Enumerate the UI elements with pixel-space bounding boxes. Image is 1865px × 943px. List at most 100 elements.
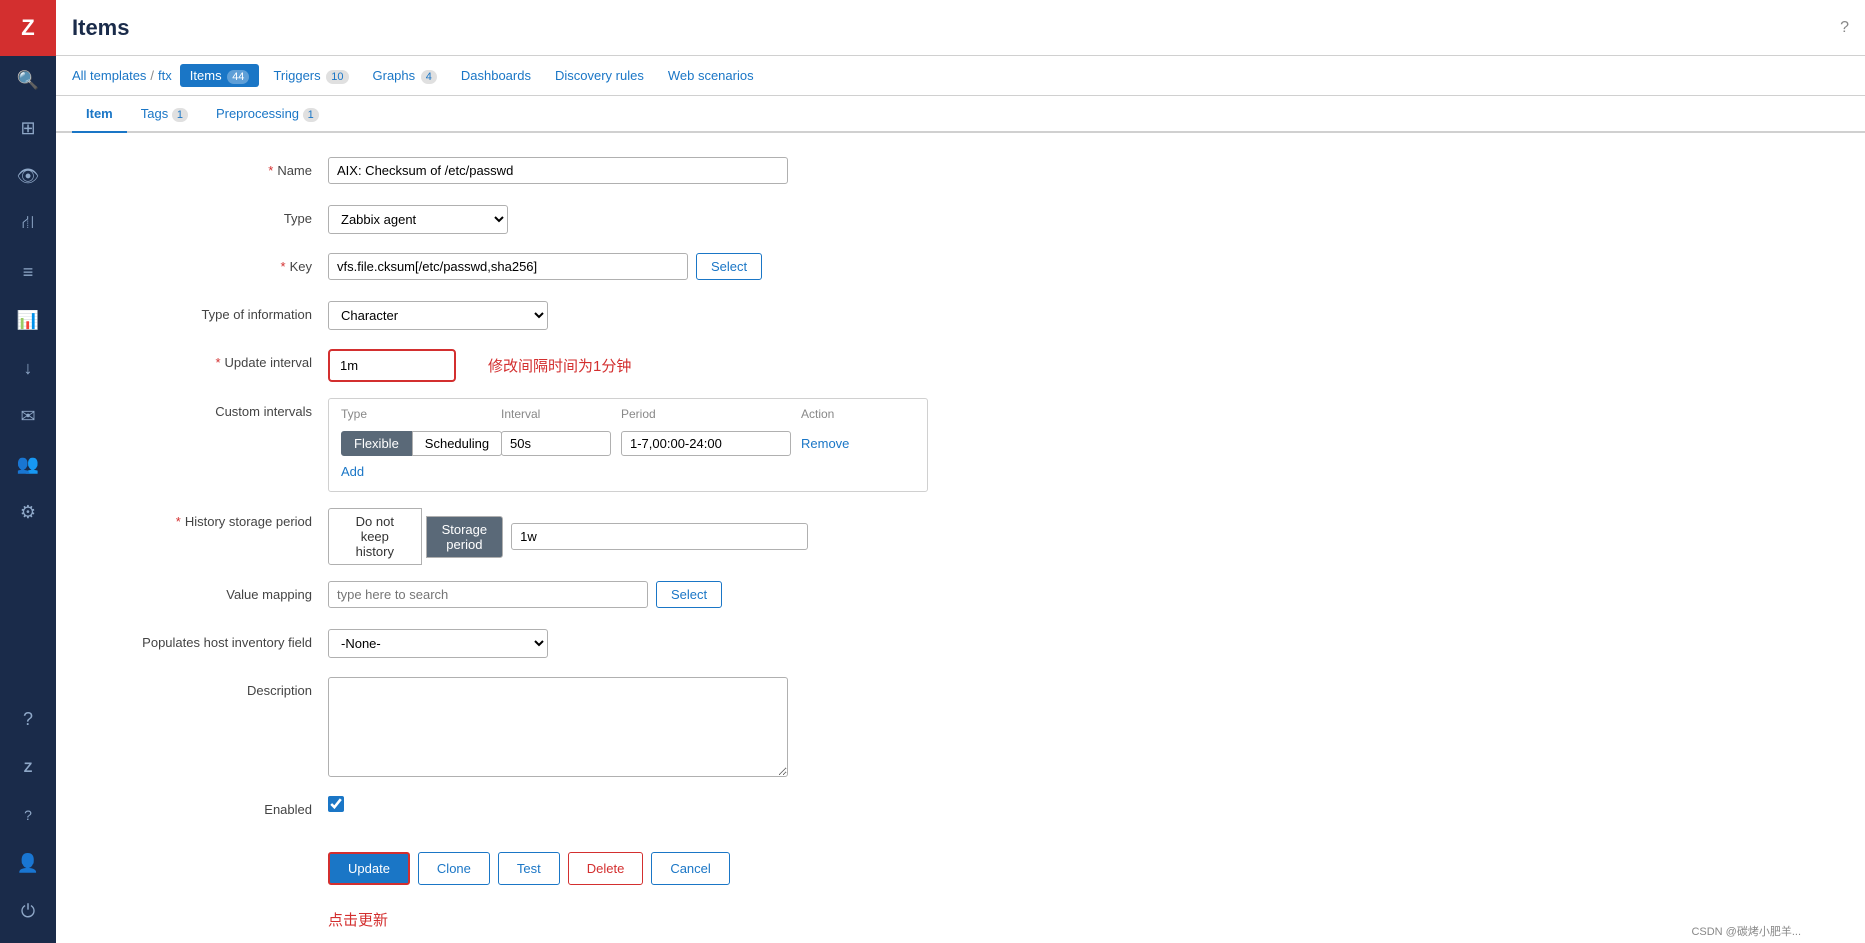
page-title: Items (72, 15, 129, 41)
ci-add-row: Add (329, 460, 927, 483)
key-label: *Key (88, 253, 328, 274)
key-input[interactable] (328, 253, 688, 280)
type-of-info-select[interactable]: Numeric (unsigned) Numeric (float) Chara… (328, 301, 548, 330)
buttons-spacer (88, 844, 328, 850)
history-storage-row: *History storage period Do not keep hist… (88, 508, 1833, 565)
value-mapping-select-btn[interactable]: Select (656, 581, 722, 608)
app-logo[interactable]: Z (0, 0, 56, 56)
ci-interval-input[interactable] (501, 431, 611, 456)
btn-row: Update Clone Test Delete Cancel (328, 844, 808, 885)
ci-remove-btn[interactable]: Remove (801, 436, 849, 451)
tab-tags[interactable]: Tags 1 (127, 96, 202, 133)
ci-period-input[interactable] (621, 431, 791, 456)
update-interval-control: 修改间隔时间为1分钟 (328, 349, 808, 382)
description-row: Description (88, 677, 1833, 780)
delete-button[interactable]: Delete (568, 852, 644, 885)
value-mapping-label: Value mapping (88, 581, 328, 602)
ci-interval-cell (501, 431, 611, 456)
name-label: *Name (88, 157, 328, 178)
users-icon[interactable]: 👥 (0, 440, 56, 488)
help-icon[interactable]: ? (0, 791, 56, 839)
value-mapping-input[interactable] (328, 581, 648, 608)
list-icon[interactable]: ≡ (0, 248, 56, 296)
ci-add-btn[interactable]: Add (329, 460, 376, 483)
description-textarea[interactable] (328, 677, 788, 777)
dashboard-icon[interactable]: ⊞ (0, 104, 56, 152)
update-interval-label: *Update interval (88, 349, 328, 370)
ci-flexible-btn[interactable]: Flexible (341, 431, 412, 456)
name-input[interactable] (328, 157, 788, 184)
nav-tab-triggers[interactable]: Triggers 10 (263, 64, 358, 87)
clone-button[interactable]: Clone (418, 852, 490, 885)
ci-header-action: Action (801, 407, 915, 421)
ci-scheduling-btn[interactable]: Scheduling (412, 431, 502, 456)
user-icon[interactable]: 👤 (0, 839, 56, 887)
power-icon[interactable]: ⏻ (0, 887, 56, 935)
history-storage-period-btn[interactable]: Storage period (426, 516, 503, 558)
type-control: Zabbix agent Zabbix agent (active) Simpl… (328, 205, 808, 234)
history-storage-control: Do not keep history Storage period (328, 508, 808, 565)
key-select-button[interactable]: Select (696, 253, 762, 280)
nav-tab-dashboards[interactable]: Dashboards (451, 64, 541, 87)
value-mapping-row: Value mapping Select (88, 581, 1833, 613)
value-mapping-control: Select (328, 581, 808, 608)
settings-icon[interactable]: ⚙ (0, 488, 56, 536)
support-icon[interactable]: ? (0, 695, 56, 743)
populates-row: Populates host inventory field -None- (88, 629, 1833, 661)
name-row: *Name (88, 157, 1833, 189)
custom-intervals-label: Custom intervals (88, 398, 328, 419)
zabbix-badge-icon[interactable]: Z (0, 743, 56, 791)
download-icon[interactable]: ↓ (0, 344, 56, 392)
nav-tab-items[interactable]: Items 44 (180, 64, 260, 87)
breadcrumb-sep-1: / (150, 68, 154, 83)
charts-icon[interactable]: 📊 (0, 296, 56, 344)
sidebar: Z 🔍 ⊞ 👁 ⛙ ≡ 📊 ↓ ✉ 👥 ⚙ ? Z ? 👤 ⏻ (0, 0, 56, 943)
form-area: *Name Type Zabbix agent Zabbix agent (ac… (56, 133, 1865, 943)
history-do-not-keep-btn[interactable]: Do not keep history (328, 508, 422, 565)
search-icon[interactable]: 🔍 (0, 56, 56, 104)
description-control (328, 677, 808, 780)
nav-tab-graphs[interactable]: Graphs 4 (363, 64, 447, 87)
enabled-control (328, 796, 808, 812)
breadcrumb-ftx[interactable]: ftx (158, 68, 172, 83)
monitoring-icon[interactable]: 👁 (0, 152, 56, 200)
nav-tab-discovery-rules[interactable]: Discovery rules (545, 64, 654, 87)
breadcrumb-nav: All templates / ftx Items 44 Triggers 10… (56, 56, 1865, 96)
key-control: Select (328, 253, 808, 280)
network-icon[interactable]: ⛙ (0, 200, 56, 248)
enabled-label: Enabled (88, 796, 328, 817)
type-select[interactable]: Zabbix agent Zabbix agent (active) Simpl… (328, 205, 508, 234)
update-interval-input[interactable] (332, 353, 452, 378)
type-row: Type Zabbix agent Zabbix agent (active) … (88, 205, 1833, 237)
tab-preprocessing[interactable]: Preprocessing 1 (202, 96, 333, 133)
ci-type-buttons: Flexible Scheduling (341, 431, 501, 456)
main-area: Items ? All templates / ftx Items 44 Tri… (56, 0, 1865, 943)
ci-header-type: Type (341, 407, 501, 421)
help-icon[interactable]: ? (1840, 19, 1849, 37)
update-interval-annotation: 修改间隔时间为1分钟 (488, 355, 631, 376)
update-button[interactable]: Update (328, 852, 410, 885)
mail-icon[interactable]: ✉ (0, 392, 56, 440)
sidebar-bottom: ? Z ? 👤 ⏻ (0, 695, 56, 943)
ci-header-interval: Interval (501, 407, 621, 421)
click-update-annotation: 点击更新 (88, 901, 1833, 930)
test-button[interactable]: Test (498, 852, 560, 885)
cancel-button[interactable]: Cancel (651, 852, 729, 885)
nav-tab-web-scenarios[interactable]: Web scenarios (658, 64, 764, 87)
breadcrumb-all-templates[interactable]: All templates (72, 68, 146, 83)
value-mapping-inner: Select (328, 581, 808, 608)
tab-item[interactable]: Item (72, 96, 127, 133)
ci-header-period: Period (621, 407, 801, 421)
history-value-input[interactable] (511, 523, 808, 550)
enabled-checkbox[interactable] (328, 796, 344, 812)
name-control (328, 157, 808, 184)
history-row-inner: Do not keep history Storage period (328, 508, 808, 565)
history-storage-label: *History storage period (88, 508, 328, 529)
type-of-info-label: Type of information (88, 301, 328, 322)
content-area: Item Tags 1 Preprocessing 1 *Name Type (56, 96, 1865, 943)
custom-intervals-control: Type Interval Period Action Flexible Sch… (328, 398, 928, 492)
type-label: Type (88, 205, 328, 226)
ci-data-row: Flexible Scheduling Remove (329, 427, 927, 460)
key-row: *Key Select (88, 253, 1833, 285)
populates-select[interactable]: -None- (328, 629, 548, 658)
